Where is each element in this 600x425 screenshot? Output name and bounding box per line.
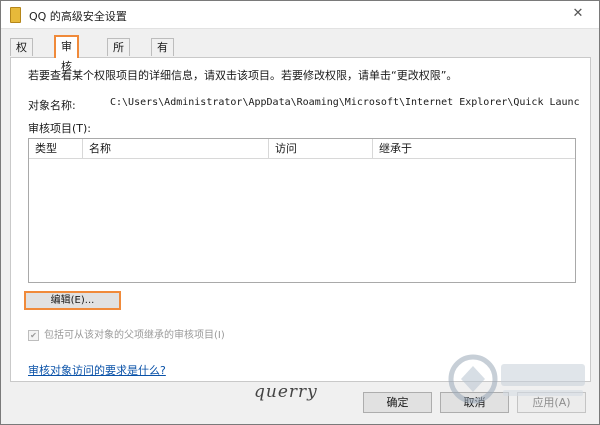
inherit-checkbox-row[interactable]: ✔ 包括可从该对象的父项继承的审核项目(I) (28, 326, 225, 341)
tab-permissions[interactable]: 权限 (10, 38, 33, 71)
audit-entries-list[interactable]: 类型 名称 访问 继承于 (28, 138, 576, 283)
list-header: 类型 名称 访问 继承于 (29, 139, 575, 159)
inherit-checkbox-label: 包括可从该对象的父项继承的审核项目(I) (44, 330, 225, 341)
ok-button[interactable]: 确定 (363, 392, 432, 413)
signature-watermark: querry (254, 382, 318, 402)
column-header-type[interactable]: 类型 (29, 139, 83, 158)
tab-owner[interactable]: 所有者 (107, 38, 130, 88)
title-bar[interactable]: QQ 的高级安全设置 ✕ (1, 1, 599, 29)
column-header-inherited-from[interactable]: 继承于 (373, 139, 575, 158)
folder-icon (10, 7, 21, 23)
inherit-checkbox[interactable]: ✔ (28, 329, 39, 341)
object-name-value: C:\Users\Administrator\AppData\Roaming\M… (110, 97, 580, 108)
site-logo-watermark (448, 354, 585, 404)
object-name-label: 对象名称: (28, 99, 76, 112)
window-title: QQ 的高级安全设置 (29, 10, 127, 23)
edit-button[interactable]: 编辑(E)... (24, 291, 121, 310)
tab-effective-permissions[interactable]: 有效权限 (151, 38, 174, 105)
instruction-text: 若要查看某个权限项目的详细信息，请双击该项目。若要修改权限，请单击“更改权限”。 (28, 69, 458, 82)
close-icon[interactable]: ✕ (565, 5, 591, 23)
audit-entries-label: 审核项目(T): (28, 122, 92, 135)
audit-help-link[interactable]: 审核对象访问的要求是什么? (28, 362, 166, 378)
column-header-access[interactable]: 访问 (269, 139, 373, 158)
auditing-panel: 若要查看某个权限项目的详细信息，请双击该项目。若要修改权限，请单击“更改权限”。… (10, 57, 591, 382)
column-header-name[interactable]: 名称 (83, 139, 269, 158)
tab-auditing[interactable]: 审核 (54, 35, 79, 73)
dialog-window: QQ 的高级安全设置 ✕ 权限 审核 所有者 有效权限 若要查看某个权限项目的详… (0, 0, 600, 425)
